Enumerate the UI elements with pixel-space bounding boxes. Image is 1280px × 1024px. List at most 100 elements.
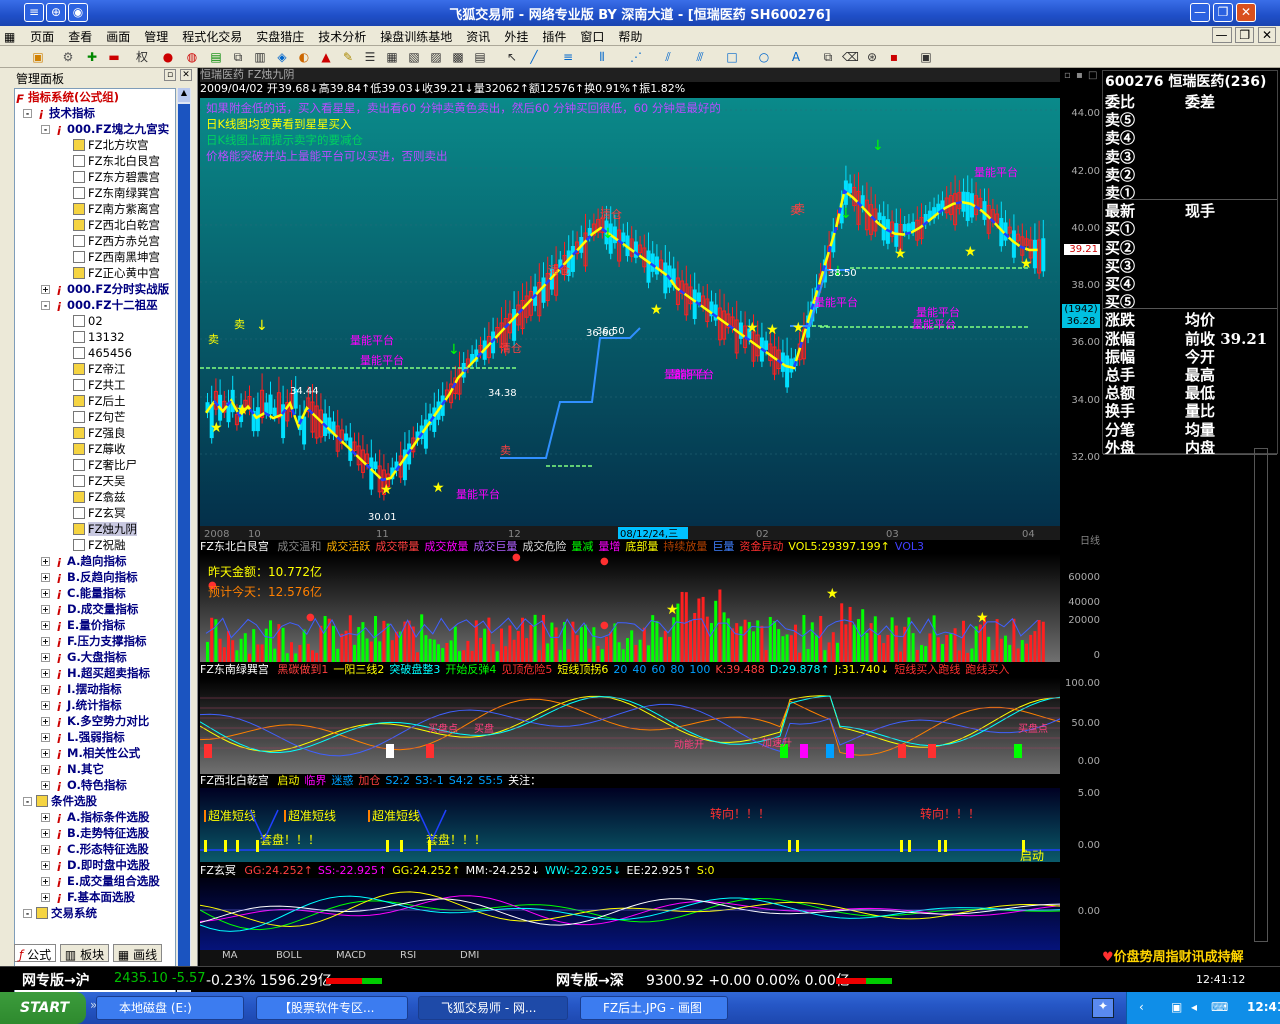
tab-rsi[interactable]: RSI <box>400 950 416 961</box>
collapse-icon[interactable]: - <box>23 909 32 918</box>
book-icon[interactable]: ▥ <box>252 49 268 65</box>
rect-tool-icon[interactable]: □ <box>724 49 740 65</box>
expand-icon[interactable]: + <box>41 861 50 870</box>
expand-icon[interactable]: + <box>41 605 50 614</box>
expand-icon[interactable]: + <box>41 781 50 790</box>
parallel-tool-icon[interactable]: ⫻ <box>692 49 708 65</box>
tree-item[interactable]: F 指标系统(公式组) <box>15 89 119 105</box>
collapse-icon[interactable]: - <box>23 797 32 806</box>
expand-icon[interactable]: + <box>41 557 50 566</box>
expand-icon[interactable]: + <box>41 733 50 742</box>
tree-item[interactable]: + i B.走势特征选股 <box>41 825 149 841</box>
chart-icon[interactable]: ▤ <box>208 49 224 65</box>
expand-icon[interactable]: + <box>41 893 50 902</box>
tree-item[interactable]: + i F.基本面选股 <box>41 889 135 905</box>
tree-item[interactable]: + i C.能量指标 <box>41 585 126 601</box>
menu-item[interactable]: 资讯 <box>459 26 497 47</box>
stock-icon[interactable]: ◍ <box>184 49 200 65</box>
pencil-icon[interactable]: ✎ <box>340 49 356 65</box>
tree-item[interactable]: + i H.超买超卖指标 <box>41 665 150 681</box>
mdi-close-button[interactable]: ✕ <box>1257 27 1276 43</box>
menu-item[interactable]: 页面 <box>23 26 61 47</box>
tree-item[interactable]: + i N.其它 <box>41 761 104 777</box>
tree-item[interactable]: 13132 <box>73 329 125 345</box>
tree-scrollbar[interactable]: ▲ <box>177 88 191 994</box>
lock-icon[interactable]: ⊛ <box>864 49 880 65</box>
tree-item[interactable]: FZ翕兹 <box>73 489 126 505</box>
layout6-icon[interactable]: ▤ <box>472 49 488 65</box>
volume-icon[interactable]: ◂ <box>1191 1000 1197 1014</box>
tree-item[interactable]: + i K.多空势力对比 <box>41 713 149 729</box>
menu-item[interactable]: 技术分析 <box>311 26 373 47</box>
tree-item[interactable]: - i 000.FZ塊之九宮实 <box>41 121 169 137</box>
tree-item[interactable]: + i G.大盘指标 <box>41 649 127 665</box>
minimize-button[interactable]: — <box>1190 3 1210 22</box>
tools-icon[interactable]: ⚙ <box>60 49 76 65</box>
tree-item[interactable]: FZ后土 <box>73 393 126 409</box>
tree-item[interactable]: FZ帝江 <box>73 361 126 377</box>
filter-icon[interactable]: ◈ <box>274 49 290 65</box>
expand-icon[interactable]: + <box>41 653 50 662</box>
monitor-icon[interactable]: ◐ <box>296 49 312 65</box>
quote-scrollbar[interactable] <box>1254 448 1268 942</box>
mdi-restore-button[interactable]: ❐ <box>1235 27 1255 43</box>
tab-formula[interactable]: ƒ 公式 <box>14 944 57 962</box>
menu-item[interactable]: 窗口 <box>573 26 611 47</box>
task-feihu[interactable]: 飞狐交易师 - 网... <box>418 996 568 1020</box>
tree-item[interactable]: FZ北方坎宫 <box>73 137 149 153</box>
pin-icon[interactable]: ▫ <box>164 69 176 81</box>
collapse-icon[interactable]: - <box>41 301 50 310</box>
expand-icon[interactable]: + <box>41 829 50 838</box>
save-icon[interactable]: ▣ <box>918 49 934 65</box>
tree-item[interactable]: + i L.强弱指标 <box>41 729 125 745</box>
copy-draw-icon[interactable]: ⧉ <box>820 49 836 65</box>
tree-item[interactable]: + i I.摆动指标 <box>41 681 122 697</box>
tree-item[interactable]: - 交易系统 <box>23 905 97 921</box>
vline-tool-icon[interactable]: ⦀ <box>594 49 610 65</box>
remove-icon[interactable]: ▬ <box>106 49 122 65</box>
record-icon[interactable]: ● <box>160 49 176 65</box>
tree-item[interactable]: - i 000.FZ十二祖巫 <box>41 297 158 313</box>
tab-dmi[interactable]: DMI <box>460 950 479 961</box>
panel-ctrl-icon[interactable]: ▪ <box>1076 70 1083 81</box>
channel-tool-icon[interactable]: ⫽ <box>660 49 676 65</box>
scroll-thumb[interactable] <box>178 104 190 988</box>
tree-item[interactable]: FZ句芒 <box>73 409 126 425</box>
menu-item[interactable]: 查看 <box>61 26 99 47</box>
mdi-minimize-button[interactable]: — <box>1211 27 1232 43</box>
ime-icon[interactable]: ⌨ <box>1211 1000 1228 1014</box>
copy-icon[interactable]: ⧉ <box>230 49 246 65</box>
tree-item[interactable]: 465456 <box>73 345 132 361</box>
cursor-icon[interactable]: ↖ <box>504 49 520 65</box>
collapse-icon[interactable]: - <box>23 109 32 118</box>
scroll-up-icon[interactable]: ▲ <box>178 88 190 102</box>
tab-draw[interactable]: ▦ 画线 <box>112 944 163 962</box>
tree-item[interactable]: + i M.相关性公式 <box>41 745 140 761</box>
menu-item[interactable]: 实盘猎庄 <box>249 26 311 47</box>
menu-item[interactable]: 外挂 <box>497 26 535 47</box>
layout1-icon[interactable]: ☰ <box>362 49 378 65</box>
color-icon[interactable]: ▪ <box>886 49 902 65</box>
tree-item[interactable]: FZ玄冥 <box>73 505 126 521</box>
add-icon[interactable]: ✚ <box>84 49 100 65</box>
tree-item[interactable]: FZ蓐收 <box>73 441 126 457</box>
start-button[interactable]: START ◉ <box>0 992 86 1024</box>
tree-item[interactable]: FZ奢比尸 <box>73 457 137 473</box>
menu-item[interactable]: 帮助 <box>611 26 649 47</box>
tree-item[interactable]: FZ东南绿巽宫 <box>73 185 160 201</box>
expand-icon[interactable]: + <box>41 285 50 294</box>
expand-icon[interactable]: + <box>41 685 50 694</box>
close-button[interactable]: ✕ <box>1236 3 1256 22</box>
tree-item[interactable]: FZ天吴 <box>73 473 126 489</box>
tree-item[interactable]: FZ西北白乾宫 <box>73 217 160 233</box>
hline-tool-icon[interactable]: ≡ <box>560 49 576 65</box>
expand-icon[interactable]: + <box>41 765 50 774</box>
panel-ctrl-icon[interactable]: □ <box>1088 70 1097 81</box>
tray-arrow-icon[interactable]: ‹ <box>1139 1000 1144 1014</box>
expand-icon[interactable]: + <box>41 813 50 822</box>
tree-item[interactable]: FZ西方赤兑宫 <box>73 233 160 249</box>
tree-item[interactable]: FZ祝融 <box>73 537 126 553</box>
expand-icon[interactable]: + <box>41 573 50 582</box>
task-forum[interactable]: 【股票软件专区... <box>256 996 408 1020</box>
layout4-icon[interactable]: ▨ <box>428 49 444 65</box>
